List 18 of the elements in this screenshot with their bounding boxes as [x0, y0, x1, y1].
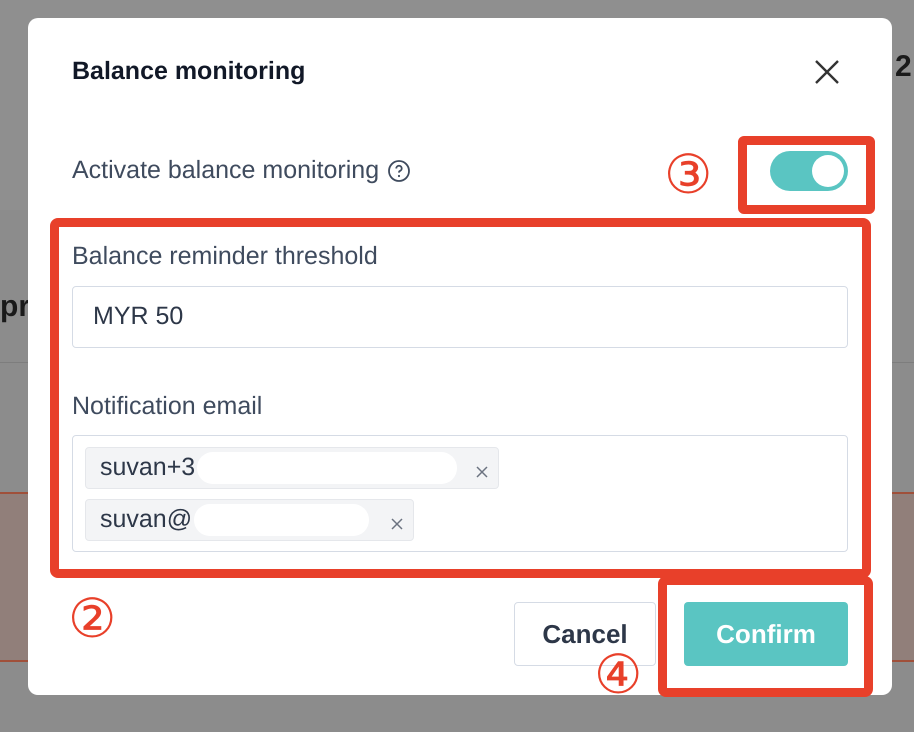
toggle-switch[interactable] — [770, 151, 848, 191]
close-icon[interactable] — [814, 59, 840, 85]
field-label: Balance reminder threshold — [72, 241, 378, 272]
help-icon[interactable] — [387, 159, 412, 183]
dialog-title: Balance monitoring — [72, 56, 306, 88]
annotation-number: ③ — [664, 148, 712, 202]
chip-text: suvan@ — [100, 504, 192, 536]
remove-icon[interactable] — [476, 466, 488, 478]
threshold-field[interactable]: MYR 50 — [72, 286, 848, 348]
toggle-knob — [812, 155, 844, 187]
chip-text: suvan+3 — [100, 452, 196, 484]
field-label: Notification email — [72, 390, 262, 422]
background-text: pr — [0, 289, 30, 325]
annotation-number: ② — [68, 592, 116, 646]
toggle-label: Activate balance monitoring — [72, 155, 380, 186]
email-field[interactable]: suvan+3 suvan@ — [72, 435, 848, 552]
remove-icon[interactable] — [391, 518, 403, 530]
background-text: 2 — [895, 49, 912, 85]
